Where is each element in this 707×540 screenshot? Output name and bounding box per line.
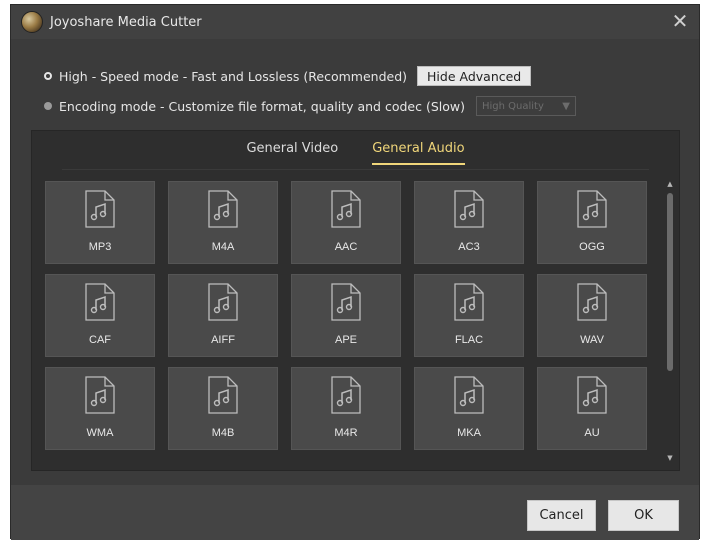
audio-file-icon: [454, 283, 484, 321]
divider: [62, 169, 649, 170]
audio-file-icon: [577, 190, 607, 228]
format-label: M4A: [211, 241, 235, 253]
audio-file-icon: [577, 376, 607, 414]
scroll-down-icon[interactable]: ▼: [665, 453, 675, 463]
window-title: Joyoshare Media Cutter: [50, 14, 202, 30]
format-tile[interactable]: AU: [537, 367, 647, 450]
cancel-button[interactable]: Cancel: [527, 500, 596, 531]
format-tile[interactable]: AIFF: [168, 274, 278, 357]
tab-general-audio[interactable]: General Audio: [355, 131, 481, 167]
tab-label: General Video: [246, 141, 339, 156]
audio-file-icon: [454, 190, 484, 228]
format-label: CAF: [89, 334, 111, 346]
audio-file-icon: [208, 190, 238, 228]
format-tile[interactable]: M4B: [168, 367, 278, 450]
title-bar: Joyoshare Media Cutter ✕: [11, 5, 699, 39]
format-tabs: General Video General Audio: [32, 131, 679, 167]
audio-file-icon: [85, 283, 115, 321]
quality-value: High Quality: [481, 100, 544, 112]
audio-file-icon: [208, 283, 238, 321]
format-tile[interactable]: AAC: [291, 181, 401, 264]
chevron-down-icon: ▼: [562, 100, 570, 112]
format-label: MKA: [457, 427, 481, 439]
hide-advanced-button[interactable]: Hide Advanced: [417, 66, 532, 86]
format-tile[interactable]: WAV: [537, 274, 647, 357]
audio-file-icon: [331, 283, 361, 321]
format-panel: General Video General Audio MP3 M4A AAC …: [31, 130, 680, 471]
app-logo-icon: [21, 11, 43, 33]
format-label: WMA: [86, 427, 114, 439]
close-icon[interactable]: ✕: [669, 10, 691, 32]
format-label: OGG: [579, 241, 605, 253]
format-tile[interactable]: FLAC: [414, 274, 524, 357]
format-tile[interactable]: AC3: [414, 181, 524, 264]
format-label: M4R: [334, 427, 358, 439]
format-tile[interactable]: M4A: [168, 181, 278, 264]
tab-label: General Audio: [372, 141, 465, 165]
audio-file-icon: [577, 283, 607, 321]
format-tile[interactable]: MKA: [414, 367, 524, 450]
scroll-up-icon[interactable]: ▲: [665, 179, 675, 189]
high-speed-label: High - Speed mode - Fast and Lossless (R…: [59, 68, 408, 84]
format-tile[interactable]: MP3: [45, 181, 155, 264]
vertical-scrollbar[interactable]: ▲ ▼: [665, 179, 675, 463]
format-label: AU: [584, 427, 600, 439]
dialog-footer: Cancel OK: [11, 485, 699, 540]
format-label: AIFF: [211, 334, 235, 346]
audio-file-icon: [85, 190, 115, 228]
format-tile[interactable]: M4R: [291, 367, 401, 450]
encoding-label: Encoding mode - Customize file format, q…: [59, 98, 465, 114]
encoding-radio[interactable]: [44, 102, 52, 110]
format-tile[interactable]: CAF: [45, 274, 155, 357]
scroll-thumb[interactable]: [667, 193, 673, 371]
format-grid: MP3 M4A AAC AC3 OGG CAF AIFF APE FLAC WA…: [45, 181, 652, 459]
format-label: MP3: [88, 241, 112, 253]
format-label: FLAC: [454, 334, 484, 346]
dialog-window: Joyoshare Media Cutter ✕ High - Speed mo…: [10, 4, 700, 540]
audio-file-icon: [85, 376, 115, 414]
audio-file-icon: [331, 376, 361, 414]
audio-file-icon: [331, 190, 361, 228]
format-label: APE: [334, 334, 357, 346]
format-label: AC3: [458, 241, 480, 253]
quality-select[interactable]: High Quality ▼: [475, 96, 576, 116]
tab-general-video[interactable]: General Video: [229, 131, 355, 167]
high-speed-radio[interactable]: [44, 72, 52, 80]
format-tile[interactable]: OGG: [537, 181, 647, 264]
format-label: WAV: [580, 334, 604, 346]
format-tile[interactable]: WMA: [45, 367, 155, 450]
format-tile[interactable]: APE: [291, 274, 401, 357]
ok-button[interactable]: OK: [608, 500, 679, 531]
format-label: M4B: [211, 427, 235, 439]
mode-options: High - Speed mode - Fast and Lossless (R…: [44, 63, 576, 119]
high-speed-option[interactable]: High - Speed mode - Fast and Lossless (R…: [44, 63, 576, 89]
format-label: AAC: [334, 241, 358, 253]
audio-file-icon: [454, 376, 484, 414]
audio-file-icon: [208, 376, 238, 414]
encoding-option[interactable]: Encoding mode - Customize file format, q…: [44, 93, 576, 119]
